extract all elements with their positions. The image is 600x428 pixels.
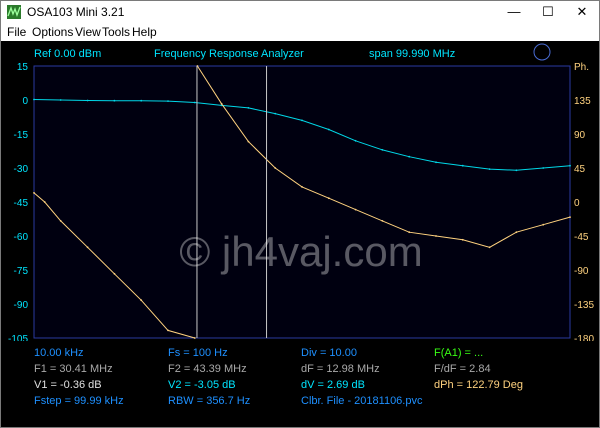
readout-dph: dPh = 122.79 Deg — [434, 379, 523, 391]
readout-f1: F1 = 30.41 MHz — [34, 363, 113, 375]
readout-v2: V2 = -3.05 dB — [168, 379, 236, 391]
title-bar[interactable]: OSA103 Mini 3.21 — ☐ ✕ — [1, 1, 599, 23]
readout-f2: F2 = 43.39 MHz — [168, 363, 247, 375]
left-tick-label: 15 — [17, 62, 29, 73]
right-tick-label: Ph. — [574, 62, 589, 73]
amplitude-point — [354, 139, 357, 142]
amplitude-point — [515, 169, 518, 172]
close-button[interactable]: ✕ — [565, 1, 599, 23]
readout-fstep: Fstep = 99.99 kHz — [34, 395, 124, 407]
right-tick-label: 45 — [574, 164, 586, 175]
phase-point — [381, 220, 384, 222]
maximize-button[interactable]: ☐ — [531, 1, 565, 23]
phase-point — [86, 246, 89, 249]
phase-point — [435, 235, 437, 237]
status-indicator-icon — [533, 43, 551, 61]
phase-point — [327, 197, 330, 200]
phase-point — [33, 192, 35, 194]
readout-f-a1: F(A1) = ... — [434, 347, 484, 359]
amplitude-point — [247, 107, 250, 109]
left-tick-label: -90 — [14, 300, 29, 311]
amplitude-point — [381, 149, 384, 151]
span-label: span 99.990 MHz — [369, 48, 455, 60]
right-tick-label: -90 — [574, 266, 589, 277]
window-title: OSA103 Mini 3.21 — [27, 5, 125, 19]
readout-f-over-df: F/dF = 2.84 — [434, 363, 491, 375]
left-tick-label: -45 — [14, 198, 29, 209]
amplitude-point — [167, 100, 169, 102]
amplitude-point — [435, 161, 437, 164]
ref-level-label: Ref 0.00 dBm — [34, 48, 101, 60]
phase-point — [274, 167, 277, 169]
menu-view[interactable]: View — [75, 25, 101, 39]
phase-point — [140, 299, 143, 302]
minimize-button[interactable]: — — [497, 1, 531, 23]
phase-point — [247, 140, 250, 143]
amplitude-point — [461, 164, 464, 167]
app-icon — [7, 5, 21, 19]
phase-point — [461, 238, 464, 241]
amplitude-point — [542, 167, 545, 169]
phase-point — [301, 186, 303, 188]
left-tick-label: -15 — [14, 130, 29, 141]
frequency-response-chart[interactable]: Ref 0.00 dBm Frequency Response Analyzer… — [1, 41, 599, 345]
left-tick-label: -60 — [14, 232, 29, 243]
watermark: © jh4vaj.com — [179, 228, 422, 275]
phase-point — [193, 337, 196, 339]
left-tick-label: -105 — [8, 334, 28, 341]
right-tick-label: 135 — [574, 96, 591, 107]
readout-div: Div = 10.00 — [301, 347, 357, 359]
amplitude-point — [113, 99, 116, 102]
left-tick-label: 0 — [22, 96, 28, 107]
left-tick-label: -75 — [14, 266, 29, 277]
amplitude-point — [59, 99, 62, 101]
amplitude-point — [488, 168, 491, 170]
phase-point — [167, 329, 169, 332]
readout-start-freq: 10.00 kHz — [34, 347, 84, 359]
phase-point — [113, 272, 116, 275]
readout-v1: V1 = -0.36 dB — [34, 379, 102, 391]
phase-point — [488, 246, 491, 249]
phase-point — [354, 208, 357, 211]
amplitude-point — [33, 98, 35, 101]
readout-calibration-file: Clbr. File - 20181106.pvc — [301, 395, 423, 407]
readout-dv: dV = 2.69 dB — [301, 379, 365, 391]
plot-frame — [33, 65, 571, 339]
amplitude-point — [569, 164, 571, 167]
phase-point — [59, 220, 62, 222]
chart-title: Frequency Response Analyzer — [154, 48, 304, 60]
amplitude-point — [301, 119, 303, 122]
right-tick-label: 0 — [574, 198, 580, 209]
menu-tools[interactable]: Tools — [102, 25, 130, 39]
plot-area: Ref 0.00 dBm Frequency Response Analyzer… — [1, 41, 599, 427]
amplitude-point — [86, 99, 89, 102]
amplitude-point — [193, 101, 196, 104]
menu-file[interactable]: File — [7, 25, 26, 39]
readout-fs: Fs = 100 Hz — [168, 347, 228, 359]
phase-point — [43, 201, 46, 203]
menu-bar: File Options View Tools Help — [1, 23, 599, 41]
left-axis: 15 0 -15 -30 -45 -60 -75 -90 -105 — [8, 62, 29, 345]
readout-df: dF = 12.98 MHz — [301, 363, 380, 375]
phase-point — [515, 231, 518, 234]
left-tick-label: -30 — [14, 164, 29, 175]
amplitude-point — [274, 112, 277, 115]
right-tick-label: 90 — [574, 130, 586, 141]
app-window: OSA103 Mini 3.21 — ☐ ✕ File Options View… — [0, 0, 600, 428]
menu-options[interactable]: Options — [32, 25, 73, 39]
right-tick-label: -180 — [574, 334, 594, 341]
readout-rbw: RBW = 356.7 Hz — [168, 395, 251, 407]
amplitude-point — [327, 128, 330, 131]
phase-point — [220, 102, 223, 105]
phase-point — [542, 223, 545, 226]
right-tick-label: -135 — [574, 300, 594, 311]
menu-help[interactable]: Help — [132, 25, 157, 39]
phase-point — [569, 216, 571, 219]
amplitude-point — [140, 99, 143, 102]
right-tick-label: -45 — [574, 232, 589, 243]
amplitude-point — [408, 155, 411, 158]
right-axis: Ph. 135 90 45 0 -45 -90 -135 -180 — [574, 62, 594, 345]
